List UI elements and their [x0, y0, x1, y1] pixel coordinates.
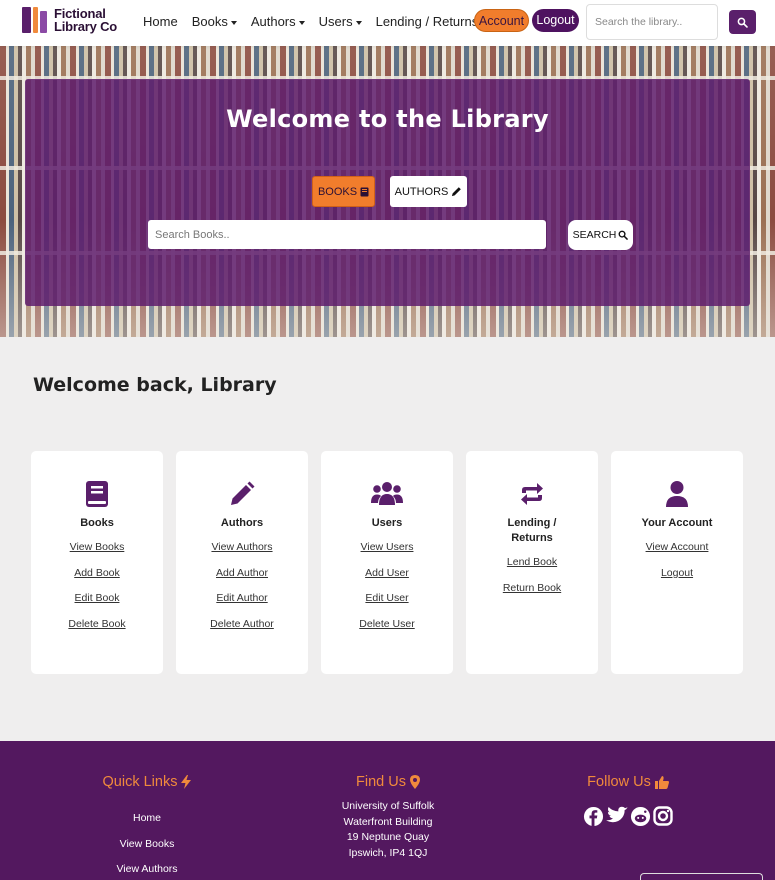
view-users-link[interactable]: View Users [321, 535, 453, 561]
nav-search-button[interactable] [729, 10, 756, 34]
quick-links-column: Quick Links Home View Books View Authors [72, 741, 222, 880]
hero-title: Welcome to the Library [226, 105, 549, 133]
nav-links: Home Books Authors Users Lending / Retur… [143, 14, 501, 29]
logout-button[interactable]: Logout [532, 9, 579, 32]
delete-book-link[interactable]: Delete Book [31, 612, 163, 638]
reddit-icon[interactable] [630, 806, 651, 827]
users-card: Users View Users Add User Edit User Dele… [321, 451, 453, 674]
brand-logo[interactable]: Fictional Library Co [22, 7, 117, 33]
book-icon [31, 481, 163, 509]
edit-author-link[interactable]: Edit Author [176, 586, 308, 612]
card-title: Users [371, 517, 403, 529]
follow-us-column: Follow Us [553, 741, 703, 827]
map-pin-icon [409, 775, 420, 789]
thumbs-up-icon [654, 775, 669, 789]
add-user-link[interactable]: Add User [321, 561, 453, 587]
pencil-icon [176, 481, 308, 509]
view-account-link[interactable]: View Account [611, 535, 743, 561]
footer-view-books-link[interactable]: View Books [72, 832, 222, 858]
search-icon [618, 230, 629, 240]
quick-links-heading: Quick Links [102, 774, 178, 790]
account-card: Your Account View Account Logout [611, 451, 743, 674]
bolt-icon [181, 775, 192, 789]
nav-users-dropdown[interactable]: Users [319, 14, 362, 29]
authors-toggle-button[interactable]: AUTHORS [390, 176, 467, 207]
find-us-heading: Find Us [356, 774, 406, 790]
caret-down-icon [298, 20, 305, 25]
hero-search-label: SEARCH [572, 229, 617, 241]
nav-books-label: Books [191, 14, 228, 29]
books-toggle-label: BOOKS [317, 185, 358, 198]
welcome-heading: Welcome back, Library [33, 374, 277, 396]
account-button[interactable]: Account [474, 9, 529, 32]
hero-banner: Welcome to the Library BOOKS AUTHORS SEA… [0, 46, 775, 337]
edit-user-link[interactable]: Edit User [321, 586, 453, 612]
books-card: Books View Books Add Book Edit Book Dele… [31, 451, 163, 674]
nav-home[interactable]: Home [143, 14, 178, 29]
card-title: Books [80, 517, 114, 529]
hero-panel: Welcome to the Library BOOKS AUTHORS SEA… [25, 79, 750, 306]
nav-authors-dropdown[interactable]: Authors [251, 14, 305, 29]
pencil-icon [451, 186, 462, 197]
lend-book-link[interactable]: Lend Book [466, 550, 598, 576]
card-title: Authors [220, 517, 264, 529]
address-line-4: Ipswich, IP4 1QJ [348, 846, 428, 859]
authors-toggle-label: AUTHORS [394, 185, 449, 198]
authors-card: Authors View Authors Add Author Edit Aut… [176, 451, 308, 674]
lending-card: Lending / Returns Lend Book Return Book [466, 451, 598, 674]
find-us-column: Find Us University of Suffolk Waterfront… [313, 741, 463, 861]
address-line-3: 19 Neptune Quay [346, 831, 430, 843]
caret-down-icon [355, 20, 362, 25]
address-line-1: University of Suffolk [341, 800, 435, 812]
footer-home-link[interactable]: Home [72, 806, 222, 832]
brand-name: Fictional Library Co [54, 7, 117, 33]
card-title: Lending / Returns [466, 516, 598, 546]
twitter-icon[interactable] [606, 806, 628, 827]
footer: Quick Links Home View Books View Authors… [0, 741, 775, 880]
card-logout-link[interactable]: Logout [611, 561, 743, 587]
nav-authors-label: Authors [250, 14, 296, 29]
instagram-icon[interactable] [653, 806, 673, 827]
user-icon [611, 481, 743, 509]
users-icon [321, 481, 453, 509]
footer-view-authors-link[interactable]: View Authors [72, 857, 222, 880]
back-to-top-button[interactable] [640, 873, 763, 880]
follow-us-heading: Follow Us [587, 774, 651, 790]
card-title: Your Account [641, 517, 713, 529]
brand-line-2: Library Co [54, 19, 118, 34]
delete-user-link[interactable]: Delete User [321, 612, 453, 638]
caret-down-icon [230, 20, 237, 25]
repeat-icon [466, 481, 598, 509]
add-book-link[interactable]: Add Book [31, 561, 163, 587]
facebook-icon[interactable] [583, 806, 604, 827]
view-authors-link[interactable]: View Authors [176, 535, 308, 561]
nav-users-label: Users [318, 14, 353, 29]
return-book-link[interactable]: Return Book [466, 576, 598, 602]
nav-books-dropdown[interactable]: Books [192, 14, 237, 29]
add-author-link[interactable]: Add Author [176, 561, 308, 587]
books-logo-icon [22, 7, 50, 33]
book-icon [360, 187, 369, 197]
edit-book-link[interactable]: Edit Book [31, 586, 163, 612]
books-toggle-button[interactable]: BOOKS [312, 176, 375, 207]
address-line-2: Waterfront Building [343, 815, 433, 828]
view-books-link[interactable]: View Books [31, 535, 163, 561]
card-title-line-1: Lending / [507, 517, 557, 529]
card-title-line-2: Returns [511, 532, 553, 544]
hero-search-button[interactable]: SEARCH [568, 220, 633, 250]
library-search-input[interactable] [586, 4, 718, 40]
search-icon [737, 17, 748, 28]
navbar: Fictional Library Co Home Books Authors … [0, 0, 775, 46]
delete-author-link[interactable]: Delete Author [176, 612, 308, 638]
nav-lending-label: Lending / Returns [375, 14, 479, 29]
book-search-input[interactable] [148, 220, 546, 249]
nav-lending-dropdown[interactable]: Lending / Returns [376, 14, 488, 29]
